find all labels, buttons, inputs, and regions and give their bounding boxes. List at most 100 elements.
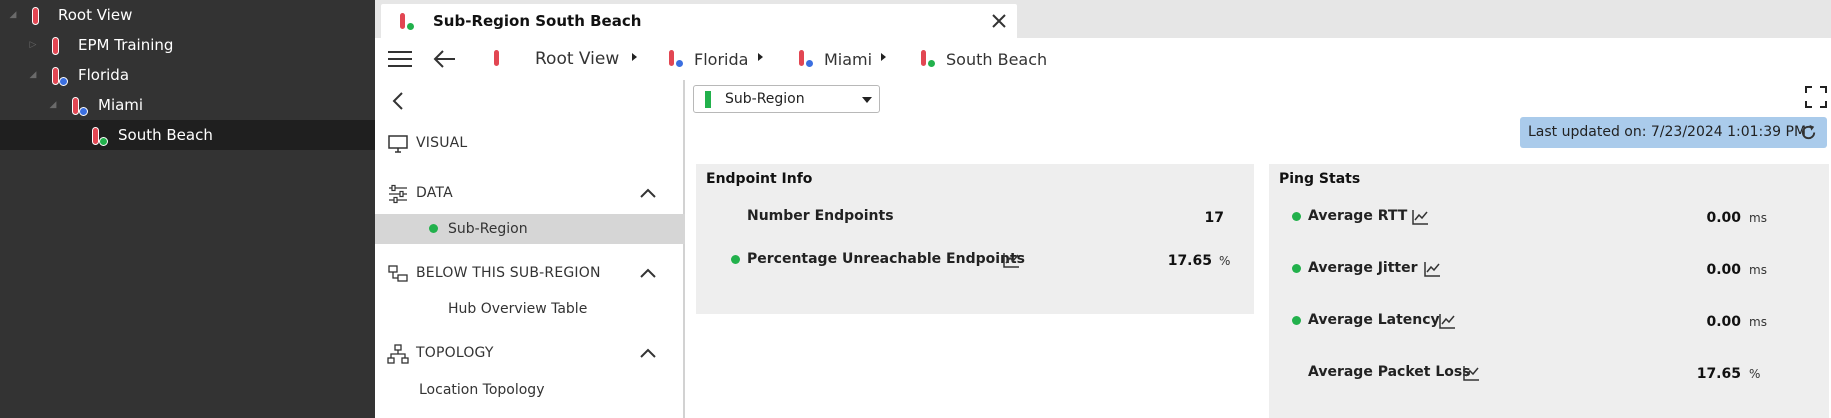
metric-label: Average RTT bbox=[1308, 208, 1408, 224]
chevron-up-icon[interactable] bbox=[639, 186, 657, 200]
chevron-left-icon[interactable] bbox=[389, 90, 407, 112]
metric-value: 17.65 bbox=[1696, 366, 1741, 382]
close-icon[interactable] bbox=[988, 10, 1010, 32]
collapse-arrow-icon[interactable]: ◢ bbox=[48, 100, 58, 110]
card-title: Endpoint Info bbox=[706, 171, 813, 187]
metric-average-packet-loss: Average Packet Loss 17.65 % bbox=[1269, 363, 1829, 387]
tab-title: Sub-Region South Beach bbox=[433, 12, 642, 30]
line-chart-icon[interactable] bbox=[1002, 252, 1020, 268]
ping-stats-card: Ping Stats Average RTT 0.00 ms Average J… bbox=[1269, 164, 1829, 418]
status-dot-icon bbox=[429, 224, 438, 233]
metric-unit: ms bbox=[1749, 315, 1767, 329]
breadcrumb-miami[interactable]: Miami bbox=[798, 46, 872, 72]
metric-label: Average Jitter bbox=[1308, 260, 1418, 276]
caret-down-icon bbox=[862, 97, 872, 103]
main-content: Sub-Region Last updated on: 7/23/2024 1:… bbox=[687, 80, 1831, 418]
metric-label: Percentage Unreachable Endpoints bbox=[747, 251, 1026, 267]
node-status-icon bbox=[52, 37, 70, 57]
chevron-up-icon[interactable] bbox=[639, 266, 657, 280]
node-status-icon bbox=[52, 67, 70, 87]
metric-value: 0.00 bbox=[1706, 210, 1741, 226]
status-dot-icon bbox=[1292, 264, 1301, 273]
metric-average-rtt: Average RTT 0.00 ms bbox=[1269, 207, 1829, 231]
fullscreen-icon[interactable] bbox=[1805, 86, 1827, 108]
node-status-icon bbox=[32, 7, 50, 27]
breadcrumb-label: Miami bbox=[824, 49, 873, 69]
hamburger-menu-icon[interactable] bbox=[387, 47, 413, 71]
card-title: Ping Stats bbox=[1279, 171, 1361, 187]
node-status-icon bbox=[668, 49, 686, 69]
nav-section-label: TOPOLOGY bbox=[416, 345, 494, 361]
status-dot-icon bbox=[1292, 212, 1301, 221]
tab-sub-region-south-beach[interactable]: Sub-Region South Beach bbox=[381, 4, 1017, 38]
node-status-icon bbox=[92, 127, 110, 147]
topology-icon bbox=[387, 344, 409, 364]
tab-bar: Sub-Region South Beach bbox=[375, 0, 1831, 38]
endpoint-info-card: Endpoint Info Number Endpoints 17 Percen… bbox=[696, 164, 1254, 314]
node-status-icon bbox=[399, 12, 417, 32]
metric-unit: ms bbox=[1749, 211, 1767, 225]
tree-item-miami[interactable]: ◢ Miami bbox=[0, 90, 375, 120]
node-status-icon bbox=[72, 97, 90, 117]
line-chart-icon[interactable] bbox=[1462, 365, 1480, 381]
chevron-right-icon bbox=[758, 53, 763, 61]
tree-item-epm-training[interactable]: ▷ EPM Training bbox=[0, 30, 375, 60]
metric-number-endpoints: Number Endpoints 17 bbox=[696, 207, 1254, 231]
toolbar: Root View Florida Miami South Beach bbox=[375, 38, 1831, 80]
nav-section-topology[interactable]: TOPOLOGY bbox=[375, 334, 685, 374]
metric-unit: % bbox=[1219, 254, 1231, 268]
metric-label: Average Latency bbox=[1308, 312, 1440, 328]
tree-item-florida[interactable]: ◢ Florida bbox=[0, 60, 375, 90]
last-updated-text: Last updated on: 7/23/2024 1:01:39 PM bbox=[1528, 124, 1807, 140]
nav-item-location-topology[interactable]: Location Topology bbox=[375, 375, 685, 405]
breadcrumb-florida[interactable]: Florida bbox=[668, 46, 748, 72]
nav-section-visual[interactable]: VISUAL bbox=[375, 124, 685, 164]
back-arrow-icon[interactable] bbox=[432, 47, 458, 71]
navigation-tree: ◢ Root View ▷ EPM Training ◢ Florida ◢ M… bbox=[0, 0, 375, 418]
view-type-select-value: Sub-Region bbox=[725, 91, 805, 107]
view-type-select[interactable]: Sub-Region bbox=[693, 85, 880, 113]
status-bar-icon bbox=[705, 91, 711, 108]
tree-item-label: Miami bbox=[98, 96, 144, 114]
breadcrumb-south-beach[interactable]: South Beach bbox=[920, 46, 1047, 72]
nav-section-label: DATA bbox=[416, 185, 453, 201]
metric-pct-unreachable: Percentage Unreachable Endpoints 17.65 % bbox=[696, 250, 1254, 274]
tree-item-label: Root View bbox=[58, 6, 133, 24]
nav-item-hub-overview-table[interactable]: Hub Overview Table bbox=[375, 294, 685, 324]
line-chart-icon[interactable] bbox=[1438, 313, 1456, 329]
collapse-arrow-icon[interactable]: ◢ bbox=[8, 10, 18, 20]
tree-item-label: South Beach bbox=[118, 126, 213, 144]
chevron-up-icon[interactable] bbox=[639, 346, 657, 360]
line-chart-icon[interactable] bbox=[1411, 209, 1429, 225]
node-status-icon bbox=[920, 49, 938, 69]
metric-label: Number Endpoints bbox=[747, 208, 894, 224]
metric-unit: % bbox=[1749, 367, 1761, 381]
nav-section-label: VISUAL bbox=[416, 135, 468, 151]
metric-label: Average Packet Loss bbox=[1308, 364, 1471, 380]
metric-average-jitter: Average Jitter 0.00 ms bbox=[1269, 259, 1829, 283]
nav-item-label: Hub Overview Table bbox=[448, 301, 588, 317]
status-dot-icon bbox=[731, 255, 740, 264]
expand-arrow-icon[interactable]: ▷ bbox=[28, 40, 38, 50]
breadcrumb-label: Root View bbox=[535, 49, 620, 69]
breadcrumb-label: Florida bbox=[694, 49, 749, 69]
breadcrumb-root-view[interactable]: Root View bbox=[493, 46, 619, 72]
tree-item-label: EPM Training bbox=[78, 36, 174, 54]
metric-value: 17 bbox=[1204, 210, 1224, 226]
collapse-arrow-icon[interactable]: ◢ bbox=[28, 70, 38, 80]
metric-average-latency: Average Latency 0.00 ms bbox=[1269, 311, 1829, 335]
tree-item-south-beach[interactable]: South Beach bbox=[0, 120, 375, 150]
breadcrumb-label: South Beach bbox=[946, 49, 1048, 69]
tree-item-root-view[interactable]: ◢ Root View bbox=[0, 0, 375, 30]
line-chart-icon[interactable] bbox=[1423, 261, 1441, 277]
last-updated-banner: Last updated on: 7/23/2024 1:01:39 PM bbox=[1520, 117, 1827, 148]
refresh-icon[interactable] bbox=[1799, 123, 1818, 142]
metric-unit: ms bbox=[1749, 263, 1767, 277]
nav-section-below-sub-region[interactable]: BELOW THIS SUB-REGION bbox=[375, 254, 685, 294]
nav-item-label: Sub-Region bbox=[448, 221, 528, 237]
metric-value: 17.65 bbox=[1167, 253, 1212, 269]
metric-value: 0.00 bbox=[1706, 314, 1741, 330]
node-status-icon bbox=[493, 49, 511, 69]
nav-item-sub-region[interactable]: Sub-Region bbox=[375, 214, 685, 244]
nav-section-data[interactable]: DATA bbox=[375, 174, 685, 214]
